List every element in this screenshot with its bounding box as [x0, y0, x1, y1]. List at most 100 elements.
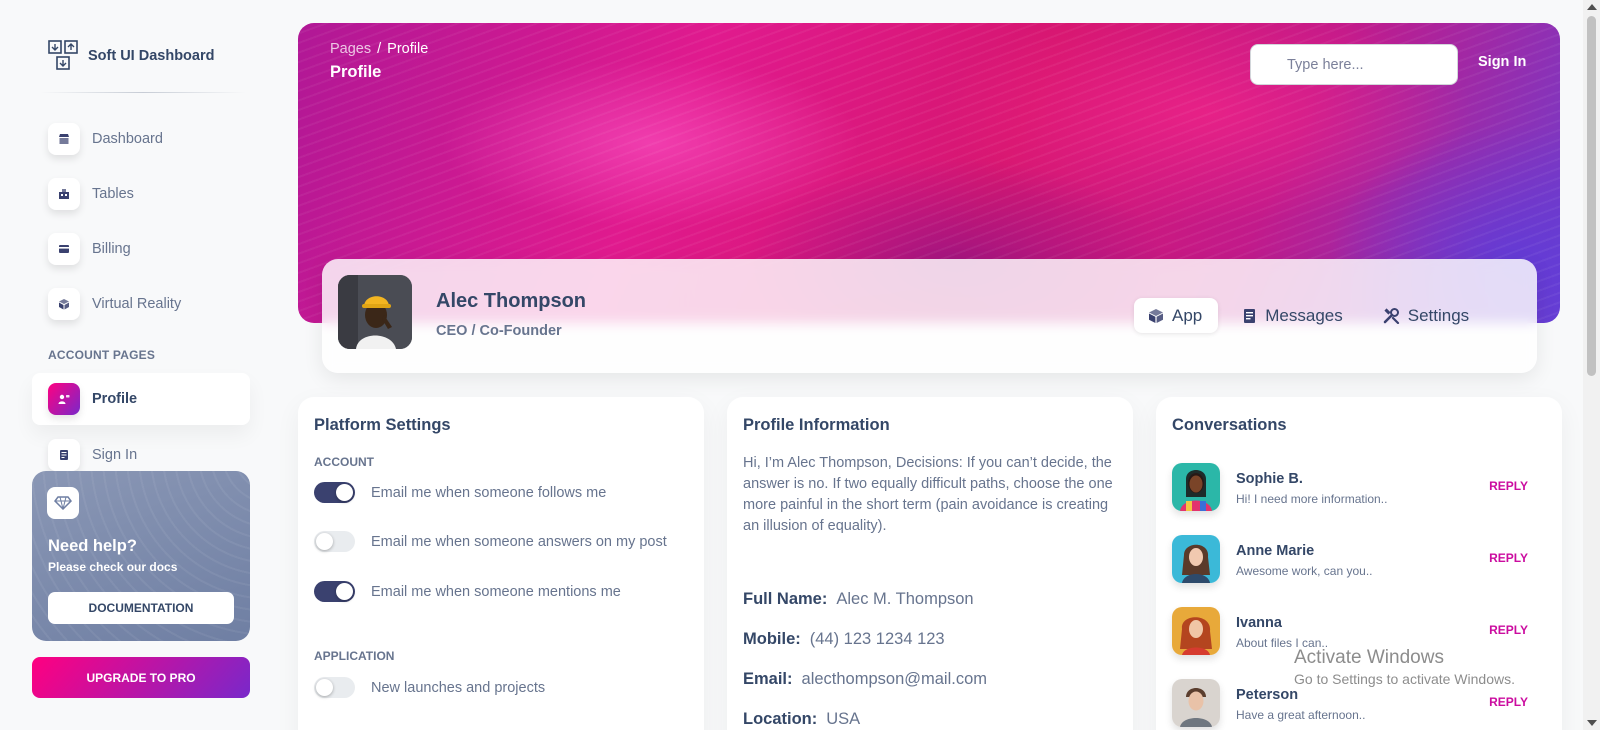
info-row-mobile: Mobile: (44) 123 1234 123 [743, 630, 945, 649]
tab-settings[interactable]: Settings [1369, 298, 1485, 333]
info-value: alecthompson@mail.com [801, 670, 988, 688]
upgrade-to-pro-button[interactable]: UPGRADE TO PRO [32, 657, 250, 698]
conversation-message: Awesome work, can you.. [1236, 564, 1373, 578]
brand[interactable]: Soft UI Dashboard [48, 40, 214, 72]
toggle-switch[interactable] [314, 677, 355, 698]
document-icon [48, 439, 80, 471]
card-title: Platform Settings [314, 416, 451, 434]
application-heading: APPLICATION [314, 649, 395, 663]
tab-label: App [1172, 305, 1203, 325]
setting-row: New launches and projects [314, 677, 545, 698]
tab-label: Messages [1265, 305, 1343, 325]
section-label-account-pages: ACCOUNT PAGES [48, 348, 156, 362]
profile-card: Alec Thompson CEO / Co-Founder App Messa… [322, 259, 1537, 373]
platform-settings-card: Platform Settings ACCOUNT Email me when … [298, 397, 704, 730]
setting-label: Email me when someone follows me [371, 484, 607, 501]
sidebar-item-label: Tables [92, 186, 134, 202]
conversation-name: Ivanna [1236, 615, 1282, 631]
sign-in-link[interactable]: Sign In [1478, 54, 1526, 70]
sidebar-item-virtual-reality[interactable]: Virtual Reality [32, 278, 250, 330]
box-3d-icon [48, 288, 80, 320]
search-box [1250, 44, 1458, 85]
breadcrumb: Pages / Profile [330, 41, 428, 57]
scroll-down-arrow-icon[interactable] [1587, 720, 1597, 726]
account-heading: ACCOUNT [314, 455, 374, 469]
avatar [338, 275, 412, 349]
sidebar-item-tables[interactable]: Tables [32, 168, 250, 220]
help-subtitle: Please check our docs [48, 560, 178, 574]
info-value: (44) 123 1234 123 [809, 630, 945, 648]
reply-button[interactable]: REPLY [1489, 479, 1528, 493]
info-key: Email: [743, 670, 793, 688]
sidebar-item-label: Sign In [92, 447, 138, 463]
setting-label: New launches and projects [371, 679, 546, 696]
tab-messages[interactable]: Messages [1228, 298, 1358, 333]
search-input[interactable] [1251, 45, 1457, 84]
tab-app[interactable]: App [1134, 298, 1219, 333]
conversation-name: Sophie B. [1236, 471, 1303, 487]
watermark-subtitle: Go to Settings to activate Windows. [1294, 671, 1515, 687]
reply-button[interactable]: REPLY [1489, 623, 1528, 637]
avatar [1172, 607, 1220, 655]
page-title: Profile [330, 63, 382, 81]
avatar [1172, 535, 1220, 583]
setting-label: Email me when someone mentions me [371, 583, 621, 600]
sidebar-item-label: Dashboard [92, 131, 163, 147]
watermark-title: Activate Windows [1294, 647, 1444, 668]
cube-icon [1149, 308, 1163, 323]
reply-button[interactable]: REPLY [1489, 551, 1528, 565]
conversation-message: Hi! I need more information.. [1236, 492, 1388, 506]
card-title: Conversations [1172, 416, 1287, 434]
info-value: Alec M. Thompson [836, 590, 974, 608]
conversation-item: Anne Marie Awesome work, can you.. REPLY [1172, 535, 1544, 585]
setting-row: Email me when someone mentions me [314, 581, 621, 602]
scroll-up-arrow-icon[interactable] [1587, 4, 1597, 10]
profile-name: Alec Thompson [436, 290, 587, 312]
conversation-name: Peterson [1236, 687, 1299, 703]
toggle-switch[interactable] [314, 531, 355, 552]
info-key: Full Name: [743, 590, 828, 608]
breadcrumb-separator: / [377, 41, 382, 57]
toggle-switch[interactable] [314, 581, 355, 602]
info-key: Mobile: [743, 630, 801, 648]
sidebar-item-label: Profile [92, 391, 138, 407]
sidebar-item-profile[interactable]: Profile [32, 373, 250, 425]
breadcrumb-current: Profile [387, 41, 429, 57]
sidebar-item-label: Virtual Reality [92, 296, 182, 312]
avatar [1172, 463, 1220, 511]
setting-row: Email me when someone follows me [314, 482, 606, 503]
sidebar-item-billing[interactable]: Billing [32, 223, 250, 275]
sidebar: Soft UI Dashboard Dashboard Tables Billi… [0, 0, 260, 730]
toggle-switch[interactable] [314, 482, 355, 503]
info-key: Location: [743, 710, 818, 728]
breadcrumb-root[interactable]: Pages [330, 41, 371, 57]
customer-support-icon [48, 383, 80, 415]
scrollbar-thumb[interactable] [1587, 16, 1596, 376]
credit-card-icon [48, 233, 80, 265]
setting-row: Email me when someone answers on my post [314, 531, 667, 552]
sidebar-item-dashboard[interactable]: Dashboard [32, 113, 250, 165]
conversation-item: Sophie B. Hi! I need more information.. … [1172, 463, 1544, 513]
brand-name: Soft UI Dashboard [88, 48, 215, 64]
settings-icon [1383, 308, 1399, 324]
info-row-full-name: Full Name: Alec M. Thompson [743, 590, 974, 609]
document-icon [1244, 308, 1256, 323]
page-scrollbar[interactable] [1583, 0, 1600, 730]
profile-role: CEO / Co-Founder [436, 323, 562, 339]
profile-about: Hi, I’m Alec Thompson, Decisions: If you… [743, 455, 1113, 534]
conversation-name: Anne Marie [1236, 543, 1315, 559]
help-card: Need help? Please check our docs DOCUMEN… [32, 471, 250, 641]
info-value: USA [826, 710, 861, 728]
card-title: Profile Information [743, 416, 890, 434]
documentation-button[interactable]: DOCUMENTATION [48, 592, 234, 624]
conversation-message: Have a great afternoon.. [1236, 708, 1366, 722]
avatar [1172, 679, 1220, 727]
info-row-location: Location: USA [743, 710, 860, 729]
reply-button[interactable]: REPLY [1489, 695, 1528, 709]
sidebar-divider [40, 92, 246, 93]
office-icon [48, 178, 80, 210]
profile-tabs: App Messages Settings [1134, 298, 1485, 333]
help-title: Need help? [48, 537, 137, 555]
info-row-email: Email: alecthompson@mail.com [743, 670, 987, 689]
tab-label: Settings [1407, 305, 1470, 325]
